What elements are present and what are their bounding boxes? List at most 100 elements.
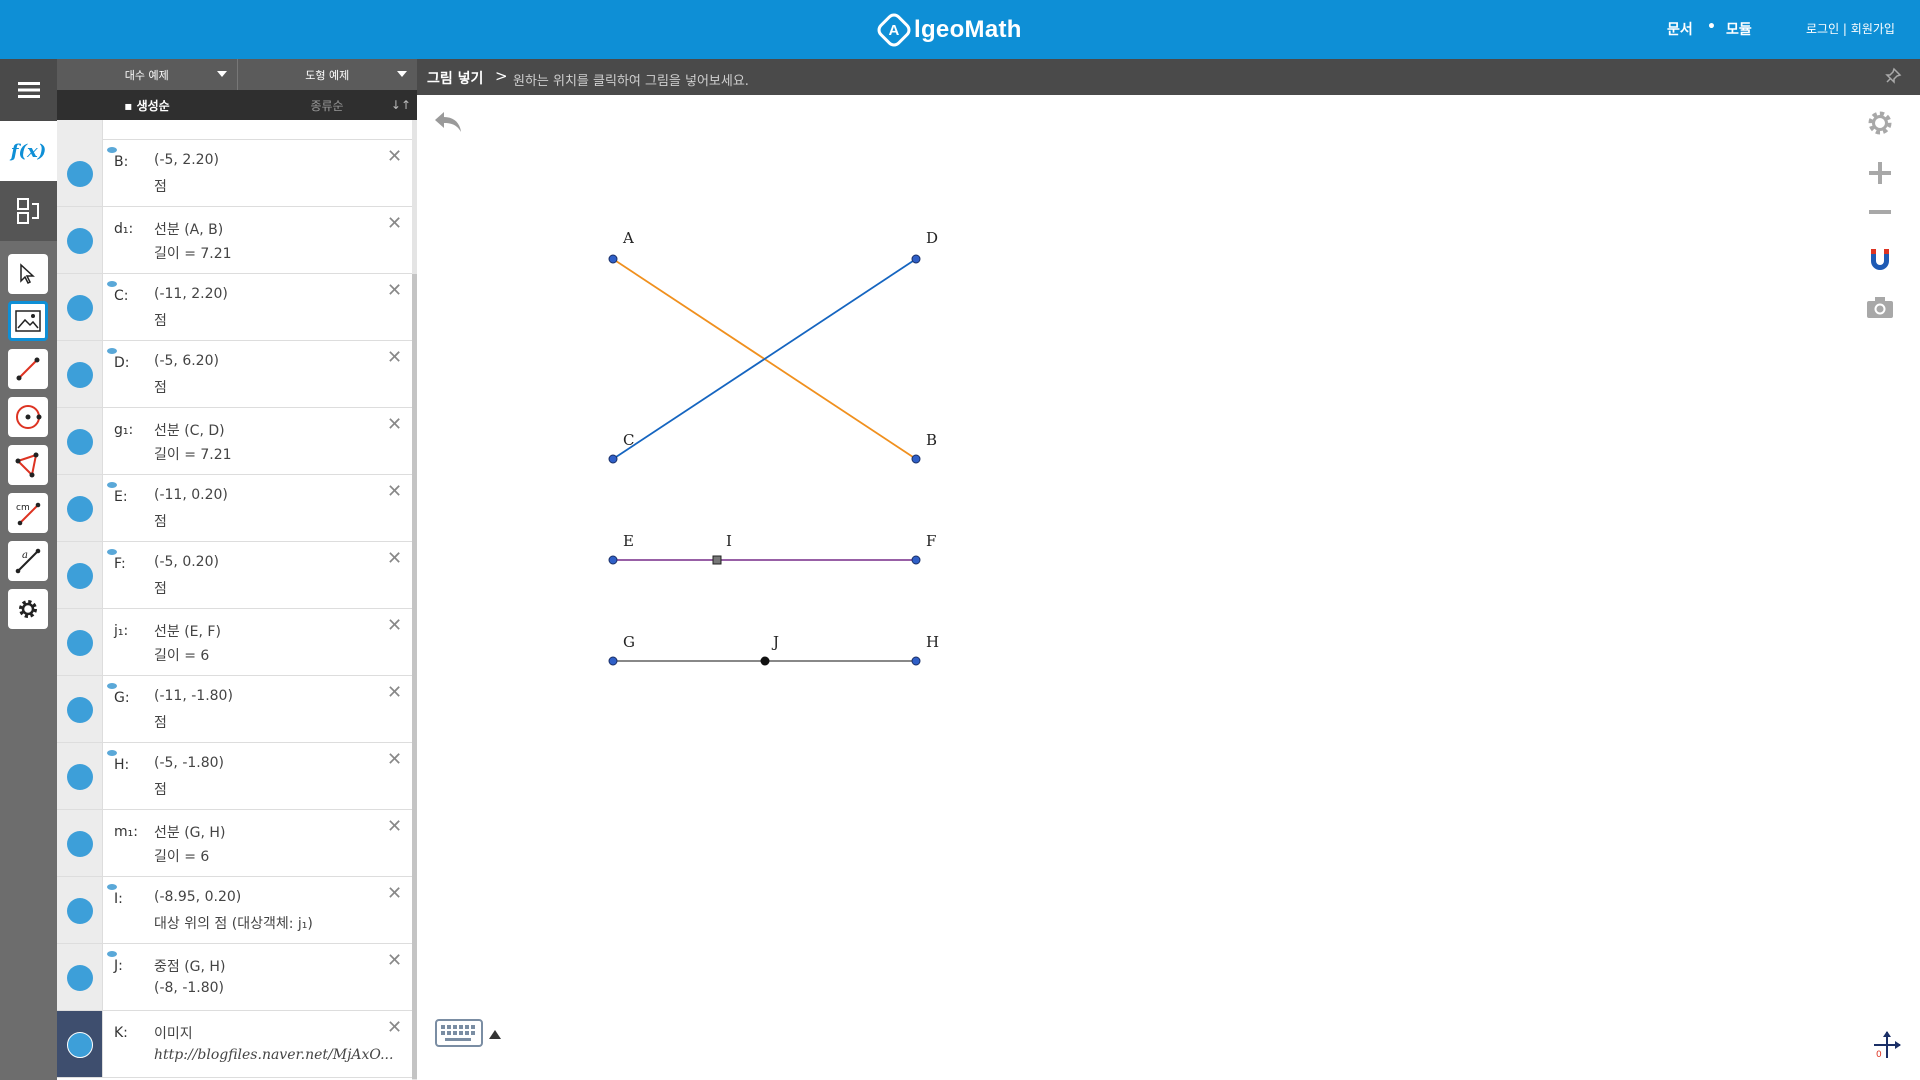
delete-icon[interactable]: ✕	[387, 950, 402, 971]
object-definition[interactable]: 선분 (C, D)	[154, 420, 225, 440]
login-signup-links[interactable]: 로그인 | 회원가입	[1806, 20, 1895, 37]
delete-icon[interactable]: ✕	[387, 280, 402, 301]
visibility-toggle[interactable]	[67, 295, 93, 321]
geometry-example-dropdown[interactable]: 도형 예제	[236, 59, 418, 90]
object-definition[interactable]: 이미지	[154, 1023, 193, 1043]
visibility-toggle[interactable]	[67, 496, 93, 522]
keyboard-expand-icon[interactable]	[489, 1030, 501, 1039]
measure-tool[interactable]: cm	[8, 493, 48, 533]
point-J[interactable]	[760, 656, 770, 666]
object-definition[interactable]: 중점 (G, H)	[154, 956, 225, 976]
algeomath-logo[interactable]: A lgeoMath	[874, 10, 1022, 50]
segment-tool[interactable]	[8, 349, 48, 389]
eye-icon	[107, 348, 117, 354]
visibility-toggle[interactable]	[67, 161, 93, 187]
list-item-selected[interactable]: K: 이미지 http://blogfiles.naver.net/MjAxO.…	[57, 1011, 412, 1078]
sort-toggle-icon[interactable]: ↓↑	[391, 98, 411, 112]
list-item[interactable]: G: (-11, -1.80) 점 ✕	[57, 676, 412, 743]
list-item[interactable]: F: (-5, 0.20) 점 ✕	[57, 542, 412, 609]
list-item[interactable]: C: (-11, 2.20) 점 ✕	[57, 274, 412, 341]
visibility-toggle[interactable]	[67, 630, 93, 656]
delete-icon[interactable]: ✕	[387, 146, 402, 167]
canvas-settings-button[interactable]	[1862, 105, 1898, 141]
swap-view-button[interactable]	[0, 181, 57, 241]
object-list[interactable]: B: (-5, 2.20) 점 ✕ d₁: 선분 (A, B) 길이 = 7.2…	[57, 120, 412, 1080]
visibility-toggle[interactable]	[67, 362, 93, 388]
axes-origin-icon[interactable]: 0	[1872, 1030, 1902, 1060]
delete-icon[interactable]: ✕	[387, 615, 402, 636]
delete-icon[interactable]: ✕	[387, 749, 402, 770]
algebra-view-button[interactable]: f(x)	[0, 121, 57, 181]
list-item[interactable]: J: 중점 (G, H) (-8, -1.80) ✕	[57, 944, 412, 1011]
circle-tool[interactable]	[8, 397, 48, 437]
point-I[interactable]	[712, 555, 722, 565]
object-definition[interactable]: (-5, 0.20)	[154, 554, 219, 570]
list-item[interactable]: I: (-8.95, 0.20) 대상 위의 점 (대상객체: j₁) ✕	[57, 877, 412, 944]
point-A[interactable]	[608, 254, 618, 264]
point-G[interactable]	[608, 656, 618, 666]
settings-tool[interactable]	[8, 589, 48, 629]
object-definition[interactable]: (-5, 2.20)	[154, 152, 219, 168]
visibility-toggle[interactable]	[67, 831, 93, 857]
nav-modules[interactable]: 모듈	[1726, 19, 1752, 39]
object-definition[interactable]: (-11, -1.80)	[154, 688, 233, 704]
delete-icon[interactable]: ✕	[387, 1017, 402, 1038]
geometry-canvas[interactable]: A D C B E I F G J H 0	[417, 95, 1920, 1080]
segment-g1[interactable]	[612, 258, 917, 460]
list-item[interactable]: g₁: 선분 (C, D) 길이 = 7.21 ✕	[57, 408, 412, 475]
list-item[interactable]: m₁: 선분 (G, H) 길이 = 6 ✕	[57, 810, 412, 877]
visibility-toggle[interactable]	[67, 697, 93, 723]
visibility-toggle[interactable]	[67, 1032, 93, 1058]
point-B[interactable]	[911, 454, 921, 464]
zoom-in-button[interactable]	[1862, 155, 1898, 191]
select-tool[interactable]	[8, 254, 48, 294]
object-definition[interactable]: 선분 (E, F)	[154, 621, 221, 641]
snap-magnet-button[interactable]	[1862, 242, 1898, 278]
angle-value-tool[interactable]: a	[8, 541, 48, 581]
point-C[interactable]	[608, 454, 618, 464]
object-definition[interactable]: (-5, -1.80)	[154, 755, 224, 771]
object-definition[interactable]: 선분 (A, B)	[154, 219, 223, 239]
delete-icon[interactable]: ✕	[387, 816, 402, 837]
polygon-tool[interactable]	[8, 445, 48, 485]
list-item[interactable]: D: (-5, 6.20) 점 ✕	[57, 341, 412, 408]
list-item[interactable]: E: (-11, 0.20) 점 ✕	[57, 475, 412, 542]
object-definition[interactable]: 선분 (G, H)	[154, 822, 225, 842]
visibility-toggle[interactable]	[67, 563, 93, 589]
point-H[interactable]	[911, 656, 921, 666]
visibility-toggle[interactable]	[67, 764, 93, 790]
delete-icon[interactable]: ✕	[387, 347, 402, 368]
visibility-toggle[interactable]	[67, 228, 93, 254]
algebra-example-dropdown[interactable]: 대수 예제	[57, 59, 237, 90]
point-F[interactable]	[911, 555, 921, 565]
delete-icon[interactable]: ✕	[387, 213, 402, 234]
delete-icon[interactable]: ✕	[387, 883, 402, 904]
delete-icon[interactable]: ✕	[387, 414, 402, 435]
insert-image-tool[interactable]	[8, 301, 48, 341]
object-definition[interactable]: (-11, 0.20)	[154, 487, 228, 503]
undo-icon[interactable]	[432, 108, 464, 136]
menu-button[interactable]	[0, 59, 57, 121]
pin-icon[interactable]	[1884, 67, 1902, 85]
list-item[interactable]: H: (-5, -1.80) 점 ✕	[57, 743, 412, 810]
point-D[interactable]	[911, 254, 921, 264]
delete-icon[interactable]: ✕	[387, 481, 402, 502]
object-definition[interactable]: (-5, 6.20)	[154, 353, 219, 369]
delete-icon[interactable]: ✕	[387, 682, 402, 703]
visibility-toggle[interactable]	[67, 965, 93, 991]
zoom-out-button[interactable]	[1862, 194, 1898, 230]
delete-icon[interactable]: ✕	[387, 548, 402, 569]
list-item[interactable]: B: (-5, 2.20) 점 ✕	[57, 140, 412, 207]
screenshot-button[interactable]	[1862, 290, 1898, 326]
list-item[interactable]: d₁: 선분 (A, B) 길이 = 7.21 ✕	[57, 207, 412, 274]
keyboard-icon[interactable]	[435, 1019, 483, 1047]
object-definition[interactable]: (-8.95, 0.20)	[154, 889, 241, 905]
nav-documents[interactable]: 문서	[1667, 19, 1693, 39]
point-E[interactable]	[608, 555, 618, 565]
segment-d1[interactable]	[612, 258, 917, 460]
object-definition[interactable]: (-11, 2.20)	[154, 286, 228, 302]
sort-by-creation[interactable]: ▪ 생성순	[57, 90, 237, 120]
list-item[interactable]: j₁: 선분 (E, F) 길이 = 6 ✕	[57, 609, 412, 676]
visibility-toggle[interactable]	[67, 429, 93, 455]
visibility-toggle[interactable]	[67, 898, 93, 924]
